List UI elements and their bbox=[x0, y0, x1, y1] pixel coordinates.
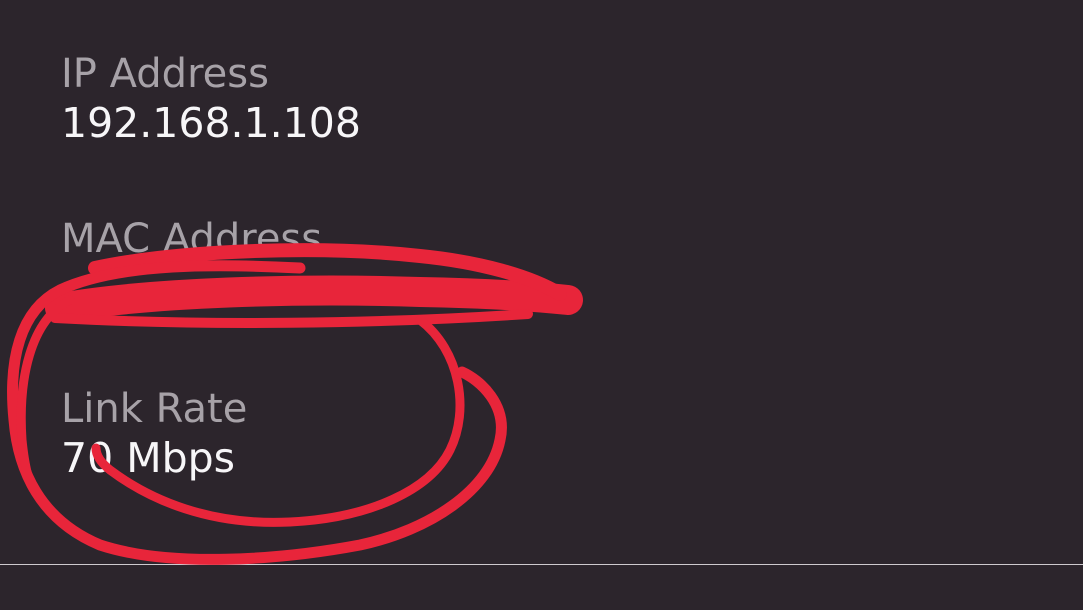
mac-address-label: MAC Address bbox=[61, 216, 323, 262]
network-details-screen: IP Address 192.168.1.108 MAC Address Lin… bbox=[0, 0, 1083, 610]
mac-address-row: MAC Address bbox=[61, 215, 322, 263]
ip-address-value: 192.168.1.108 bbox=[61, 99, 361, 147]
redaction-band bbox=[45, 275, 583, 323]
redaction-band-lower bbox=[50, 309, 533, 328]
ip-address-label: IP Address bbox=[61, 51, 269, 97]
link-rate-value: 70 Mbps bbox=[61, 434, 235, 482]
ip-address-row: IP Address 192.168.1.108 bbox=[61, 50, 361, 148]
link-rate-label: Link Rate bbox=[61, 386, 248, 432]
link-rate-row: Link Rate 70 Mbps bbox=[61, 385, 247, 483]
bottom-area bbox=[0, 565, 1083, 610]
